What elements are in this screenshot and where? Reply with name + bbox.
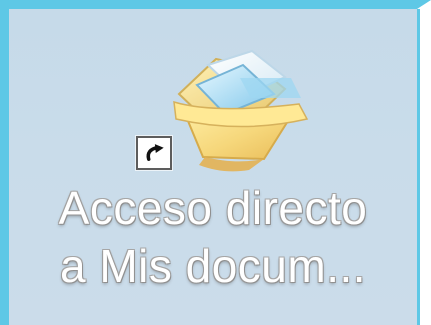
shortcut-label[interactable]: Acceso directo a Mis docum... (33, 179, 393, 295)
shortcut-label-line-1: Acceso directo (58, 182, 368, 234)
shortcut-label-line-2: a Mis docum... (59, 240, 367, 292)
shortcut-arrow-icon (136, 136, 172, 170)
my-documents-shortcut[interactable]: Acceso directo a Mis docum... (33, 29, 393, 319)
frame-right-border (417, 9, 420, 325)
desktop-area: Acceso directo a Mis docum... (9, 9, 417, 325)
